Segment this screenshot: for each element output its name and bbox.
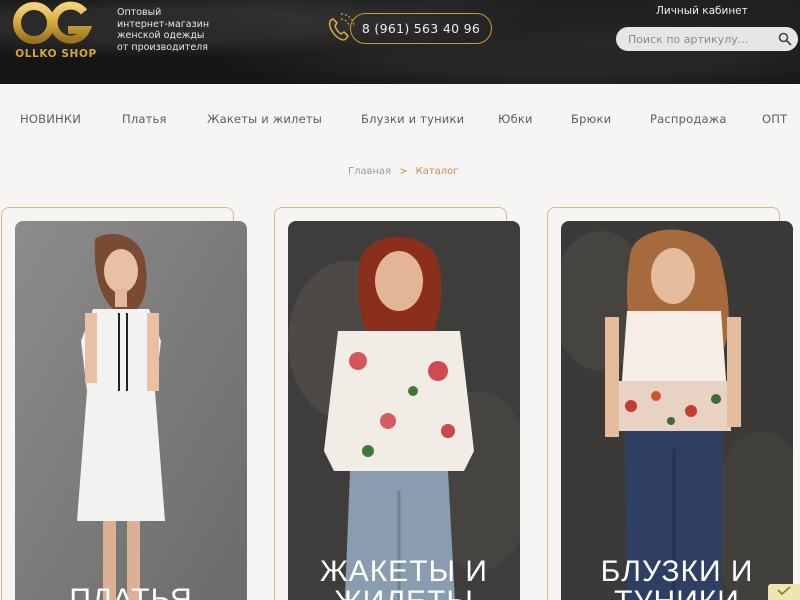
- breadcrumb-home[interactable]: Главная: [348, 166, 391, 177]
- card-title[interactable]: БЛУЗКИ И ТУНИКИ: [561, 557, 793, 600]
- phone-pill[interactable]: 8 (961) 563 40 96: [350, 13, 492, 44]
- phone-contact[interactable]: 8 (961) 563 40 96: [324, 13, 494, 45]
- nav-item-blouses[interactable]: Блузки и туники: [361, 112, 464, 126]
- breadcrumb-current: Каталог: [415, 166, 459, 177]
- search-input[interactable]: [628, 30, 768, 48]
- cart-badge[interactable]: [768, 584, 800, 600]
- breadcrumb: Главная > Каталог: [348, 166, 459, 177]
- tagline-line: интернет-магазин: [117, 18, 210, 30]
- catalog-card-blouses[interactable]: БЛУЗКИ И ТУНИКИ: [547, 207, 793, 600]
- nav-item-jackets[interactable]: Жакеты и жилеты: [207, 112, 322, 126]
- personal-cabinet-link[interactable]: Личный кабинет: [656, 5, 748, 17]
- blouse-photo-icon: [561, 221, 793, 600]
- nav-item-dresses[interactable]: Платья: [122, 112, 167, 126]
- phone-number[interactable]: 8 (961) 563 40 96: [351, 21, 491, 36]
- nav-item-skirts[interactable]: Юбки: [498, 112, 533, 126]
- nav-item-new[interactable]: НОВИНКИ: [20, 112, 81, 126]
- catalog-card-dresses[interactable]: ПЛАТЬЯ: [1, 207, 247, 600]
- card-title[interactable]: ПЛАТЬЯ: [15, 585, 247, 600]
- check-icon: [777, 586, 791, 596]
- tagline: Оптовый интернет-магазин женской одежды …: [117, 7, 227, 53]
- blouse-photo[interactable]: БЛУЗКИ И ТУНИКИ: [561, 221, 793, 600]
- tagline-line: Оптовый: [117, 7, 162, 18]
- breadcrumb-separator: >: [399, 166, 408, 177]
- logo[interactable]: OLLKO SHOP: [8, 0, 96, 70]
- search-icon[interactable]: [778, 32, 792, 46]
- dress-photo-icon: [15, 221, 247, 600]
- logo-text: OLLKO SHOP: [15, 48, 97, 60]
- tagline-line: от производителя: [117, 41, 208, 53]
- jacket-photo-icon: [288, 221, 520, 600]
- logo-mark-icon: [13, 1, 92, 44]
- tagline-line: женской одежды: [117, 30, 205, 41]
- site-header: OLLKO SHOP Оптовый интернет-магазин женс…: [0, 0, 800, 84]
- dress-photo[interactable]: ПЛАТЬЯ: [15, 221, 247, 600]
- card-title[interactable]: ЖАКЕТЫ И ЖИЛЕТЫ: [288, 557, 520, 600]
- main-nav: НОВИНКИ Платья Жакеты и жилеты Блузки и …: [0, 100, 800, 140]
- search-box[interactable]: [616, 27, 798, 51]
- nav-item-wholesale[interactable]: ОПТ: [762, 112, 787, 126]
- nav-item-sale[interactable]: Распродажа: [650, 112, 727, 126]
- catalog-card-jackets[interactable]: ЖАКЕТЫ И ЖИЛЕТЫ: [274, 207, 520, 600]
- jacket-photo[interactable]: ЖАКЕТЫ И ЖИЛЕТЫ: [288, 221, 520, 600]
- nav-item-trousers[interactable]: Брюки: [571, 112, 611, 126]
